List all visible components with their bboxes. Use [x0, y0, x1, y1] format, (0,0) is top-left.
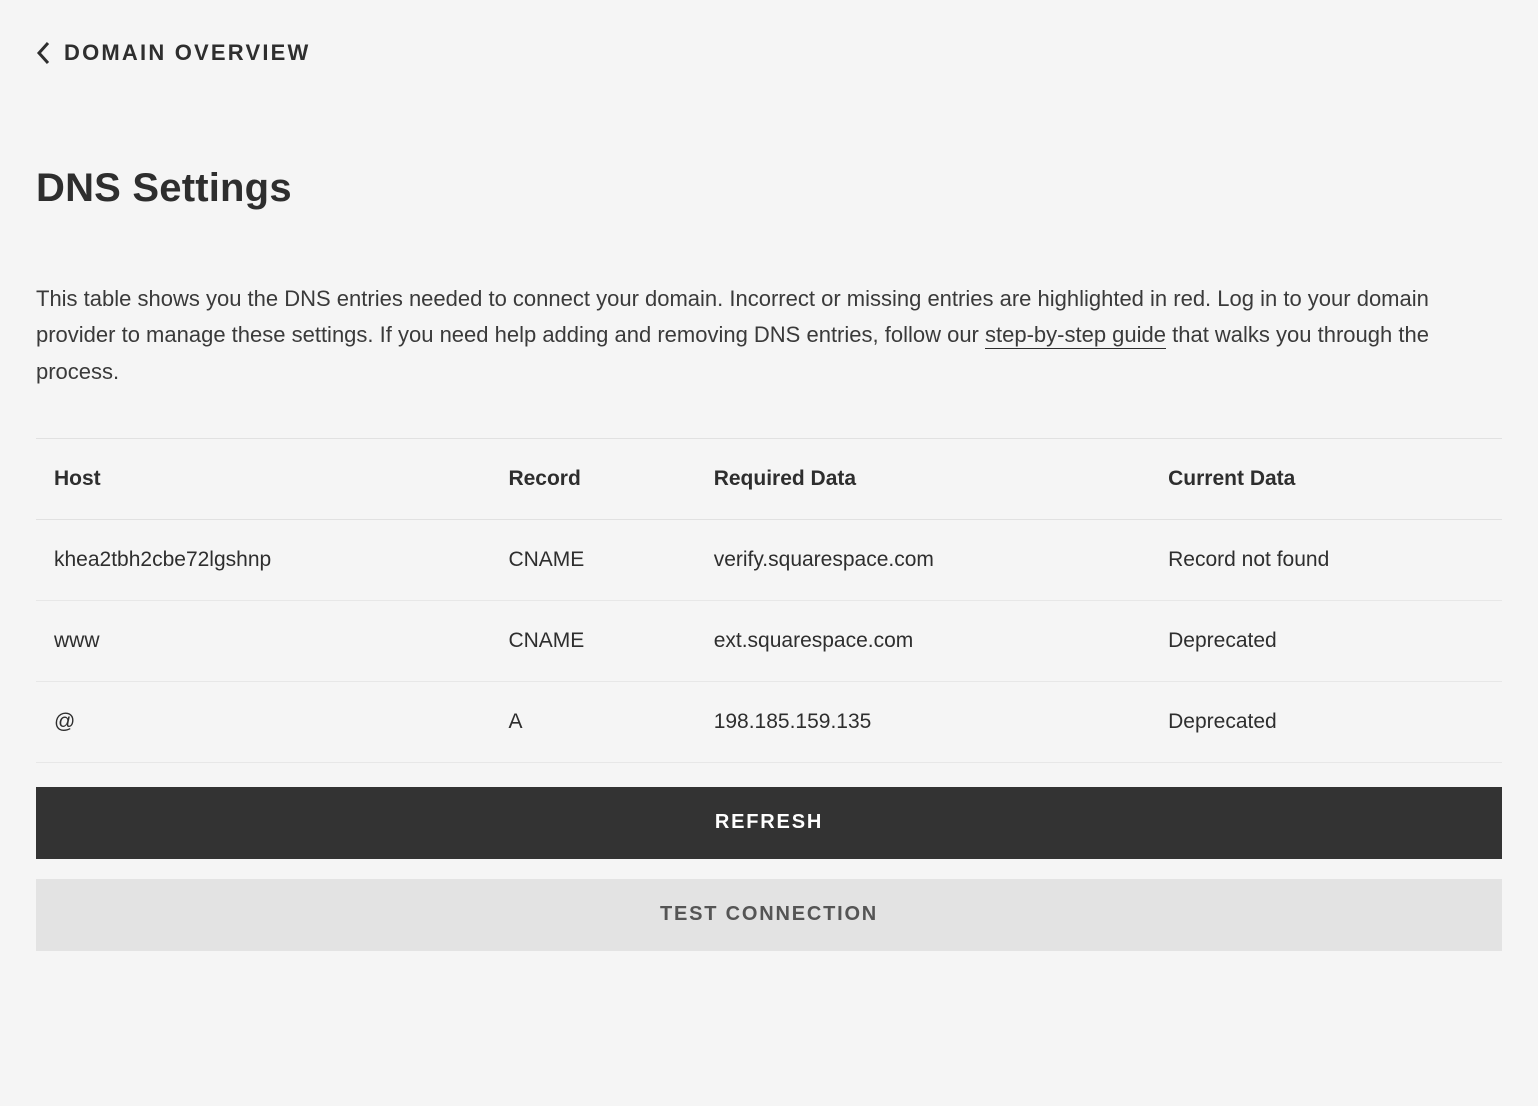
page-description: This table shows you the DNS entries nee…: [36, 281, 1502, 390]
cell-record: CNAME: [490, 519, 695, 600]
cell-current-data: Deprecated: [1150, 681, 1502, 762]
header-record: Record: [490, 438, 695, 519]
table-header-row: Host Record Required Data Current Data: [36, 438, 1502, 519]
breadcrumb-back[interactable]: DOMAIN OVERVIEW: [36, 40, 1502, 66]
breadcrumb-label: DOMAIN OVERVIEW: [64, 40, 311, 66]
cell-required-data: ext.squarespace.com: [696, 600, 1150, 681]
table-row: @A198.185.159.135Deprecated: [36, 681, 1502, 762]
cell-required-data: 198.185.159.135: [696, 681, 1150, 762]
chevron-left-icon: [36, 41, 50, 65]
dns-table: Host Record Required Data Current Data k…: [36, 438, 1502, 763]
cell-host: khea2tbh2cbe72lgshnp: [36, 519, 490, 600]
table-row: khea2tbh2cbe72lgshnpCNAMEverify.squaresp…: [36, 519, 1502, 600]
cell-record: A: [490, 681, 695, 762]
cell-required-data: verify.squarespace.com: [696, 519, 1150, 600]
cell-host: @: [36, 681, 490, 762]
cell-current-data: Deprecated: [1150, 600, 1502, 681]
cell-host: www: [36, 600, 490, 681]
page-title: DNS Settings: [36, 166, 1502, 211]
cell-current-data: Record not found: [1150, 519, 1502, 600]
refresh-button[interactable]: REFRESH: [36, 787, 1502, 859]
header-current-data: Current Data: [1150, 438, 1502, 519]
step-by-step-guide-link[interactable]: step-by-step guide: [985, 322, 1166, 349]
header-host: Host: [36, 438, 490, 519]
test-connection-button[interactable]: TEST CONNECTION: [36, 879, 1502, 951]
cell-record: CNAME: [490, 600, 695, 681]
header-required-data: Required Data: [696, 438, 1150, 519]
table-row: wwwCNAMEext.squarespace.comDeprecated: [36, 600, 1502, 681]
actions-container: REFRESH TEST CONNECTION: [36, 787, 1502, 951]
